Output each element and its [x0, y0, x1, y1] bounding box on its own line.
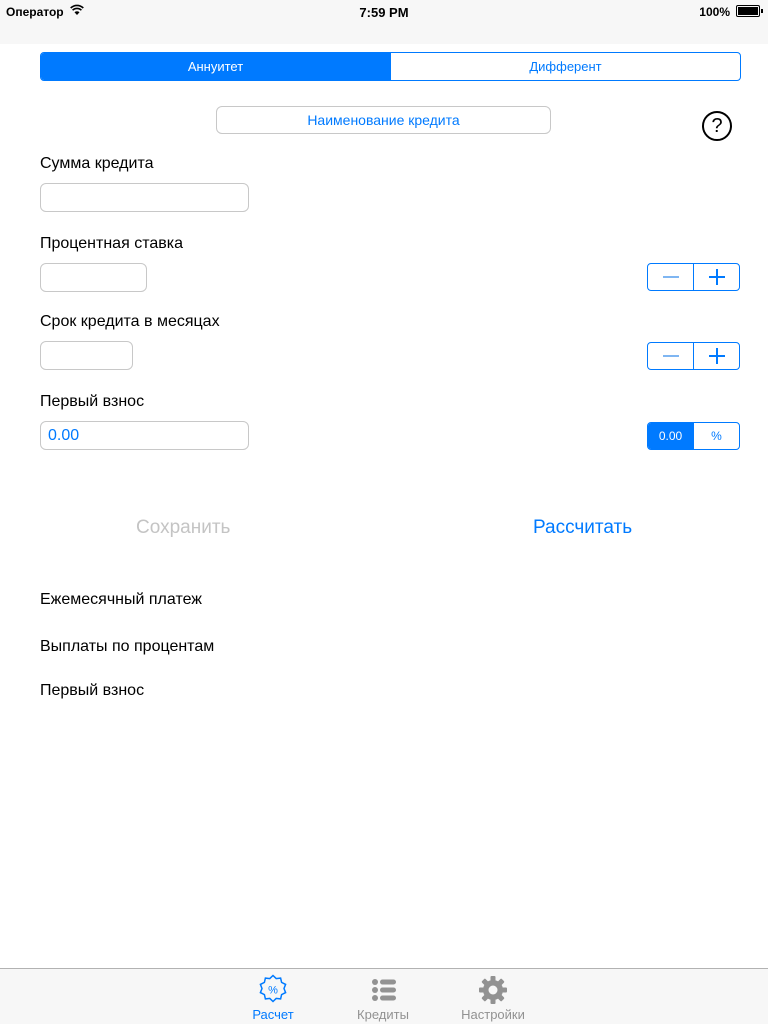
term-field[interactable] — [40, 341, 133, 370]
segment-annuity[interactable]: Аннуитет — [41, 53, 390, 80]
tab-settings[interactable]: Настройки — [448, 969, 538, 1025]
gear-icon — [479, 976, 507, 1004]
down-payment-mode-amount[interactable]: 0.00 — [648, 423, 693, 449]
battery-percent: 100% — [699, 5, 730, 19]
clock: 7:59 PM — [359, 5, 409, 20]
tab-calculation[interactable]: % Расчет — [228, 969, 318, 1025]
amount-field[interactable] — [40, 183, 249, 212]
calculation-type-segment: Аннуитет Дифферент — [40, 52, 741, 81]
tab-settings-label: Настройки — [461, 1007, 525, 1022]
term-decrement-button[interactable] — [648, 343, 693, 369]
minus-icon — [662, 355, 679, 357]
minus-icon — [662, 276, 679, 278]
loan-name-button[interactable]: Наименование кредита — [216, 106, 551, 134]
calculate-button[interactable]: Рассчитать — [533, 517, 632, 539]
tab-bar: % Расчет Кредиты Настройки — [0, 968, 768, 1024]
rate-decrement-button[interactable] — [648, 264, 693, 290]
tab-credits-label: Кредиты — [357, 1007, 409, 1022]
down-payment-field[interactable]: 0.00 — [40, 421, 249, 450]
segment-differentiated[interactable]: Дифферент — [390, 53, 740, 80]
rate-stepper — [647, 263, 740, 291]
svg-text:%: % — [268, 985, 278, 997]
save-button[interactable]: Сохранить — [136, 517, 230, 539]
result-interest-payments: Выплаты по процентам — [40, 638, 215, 655]
status-bar: Оператор 7:59 PM 100% — [0, 0, 768, 44]
result-down-payment: Первый взнос — [40, 682, 145, 699]
tab-credits[interactable]: Кредиты — [338, 969, 428, 1025]
rate-label: Процентная ставка — [40, 235, 183, 252]
amount-label: Сумма кредита — [40, 155, 154, 172]
result-monthly-payment: Ежемесячный платеж — [40, 591, 203, 608]
rate-field[interactable] — [40, 263, 147, 292]
plus-icon — [708, 348, 725, 364]
percent-badge-icon: % — [259, 974, 287, 1003]
term-stepper — [647, 342, 740, 370]
tab-calculation-label: Расчет — [252, 1007, 294, 1022]
down-payment-mode-percent[interactable]: % — [693, 423, 739, 449]
list-icon — [372, 979, 396, 1001]
down-payment-mode-segment: 0.00 % — [647, 422, 740, 450]
plus-icon — [708, 269, 725, 285]
term-increment-button[interactable] — [693, 343, 739, 369]
term-label: Срок кредита в месяцах — [40, 313, 220, 330]
down-payment-label: Первый взнос — [40, 393, 145, 410]
rate-increment-button[interactable] — [693, 264, 739, 290]
battery-icon — [736, 5, 763, 17]
help-icon[interactable]: ? — [702, 111, 732, 141]
